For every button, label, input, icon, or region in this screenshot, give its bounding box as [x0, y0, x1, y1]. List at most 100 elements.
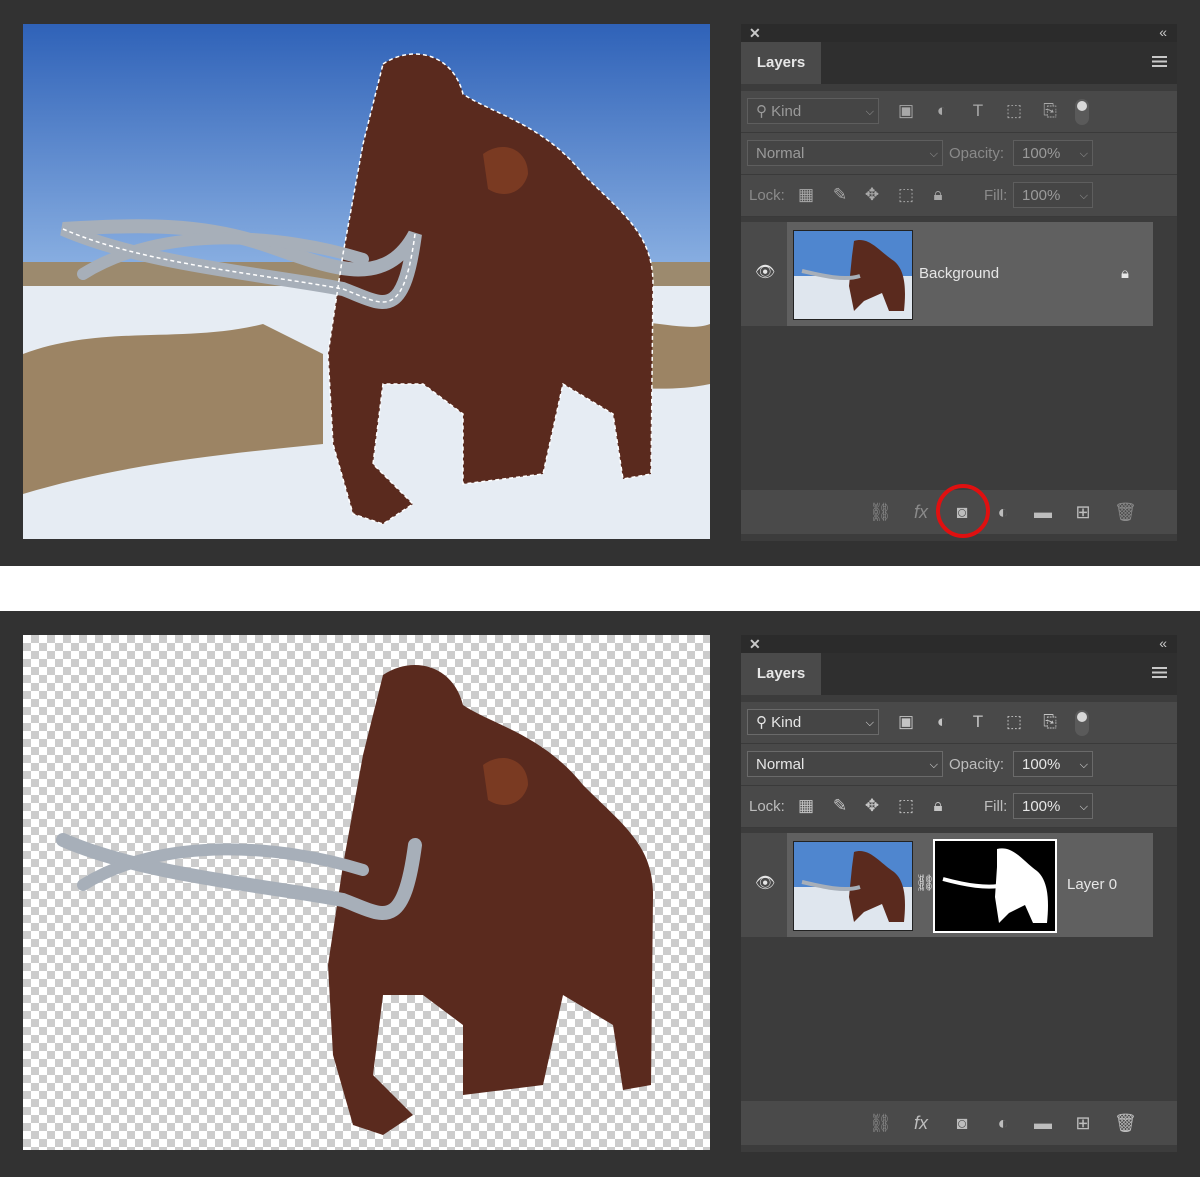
opacity-field[interactable]: 100% ⌵	[1013, 751, 1093, 777]
type-filter-icon[interactable]: T	[969, 713, 987, 731]
blend-row: Normal ⌵ Opacity: 100% ⌵	[741, 133, 1177, 175]
layer-row-background[interactable]: Background 🔒︎	[787, 222, 1153, 326]
opacity-label: Opacity:	[949, 756, 1005, 773]
tab-layers[interactable]: Layers	[741, 653, 821, 695]
visibility-column: 👁︎	[741, 222, 787, 326]
blend-mode-value: Normal	[756, 145, 805, 162]
search-icon: ⚲	[756, 103, 767, 120]
opacity-field[interactable]: 100% ⌵	[1013, 140, 1093, 166]
panel-header: ✕ «	[741, 635, 1177, 653]
blend-mode-select[interactable]: Normal ⌵	[747, 751, 943, 777]
lock-transparent-icon[interactable]: ▦	[797, 797, 815, 815]
lock-position-icon[interactable]: ✥	[863, 186, 881, 204]
layer-row-layer-0[interactable]: ⛓ Layer 0	[787, 833, 1153, 937]
lock-transparent-icon[interactable]: ▦	[797, 186, 815, 204]
lock-paint-icon[interactable]: ✎	[831, 186, 849, 204]
filter-row: ⚲ Kind ⌵ ▣ ◐ T ⬚ ⎘	[741, 91, 1177, 133]
eye-icon[interactable]: 👁︎	[755, 265, 775, 281]
layer-thumbnail	[793, 230, 913, 320]
image-filter-icon[interactable]: ▣	[897, 713, 915, 731]
fill-field[interactable]: 100% ⌵	[1013, 793, 1093, 819]
close-icon[interactable]: ✕	[749, 25, 761, 41]
layer-mask-thumbnail[interactable]	[933, 839, 1057, 933]
lock-label: Lock:	[749, 798, 785, 815]
photo-with-selection	[23, 24, 710, 539]
collapse-icon[interactable]: «	[1159, 24, 1167, 40]
fill-label: Fill:	[984, 798, 1008, 815]
chevron-down-icon: ⌵	[929, 759, 938, 771]
kind-filter-select[interactable]: ⚲ Kind ⌵	[747, 98, 879, 124]
search-icon: ⚲	[756, 714, 767, 731]
chevron-down-icon: ⌵	[865, 106, 874, 118]
tab-layers[interactable]: Layers	[741, 42, 821, 84]
lock-label: Lock:	[749, 187, 785, 204]
panel-footer: ⛓ fx ◙ ◐ ▬ ⊞ 🗑︎	[741, 1101, 1177, 1145]
chevron-down-icon: ⌵	[929, 148, 938, 160]
lock-row: Lock: ▦ ✎ ✥ ⬚ 🔒︎ Fill: 100% ⌵	[741, 175, 1177, 217]
image-filter-icon[interactable]: ▣	[897, 102, 915, 120]
panel-tab-strip: Layers	[741, 42, 1177, 84]
workspace-before: ✕ « Layers ⚲ Kind ⌵ ▣ ◐ T ⬚ ⎘ Normal ⌵ O…	[0, 0, 1200, 566]
new-layer-icon[interactable]: ⊞	[1073, 1113, 1093, 1133]
panel-menu-icon[interactable]	[1152, 56, 1167, 67]
link-layers-icon[interactable]: ⛓	[869, 1113, 892, 1133]
filter-toggle[interactable]	[1075, 99, 1089, 125]
lock-all-icon[interactable]: 🔒︎	[929, 186, 947, 204]
workspace-after: ✕ « Layers ⚲ Kind ⌵ ▣ ◐ T ⬚ ⎘ Normal ⌵ O…	[0, 611, 1200, 1177]
shape-filter-icon[interactable]: ⬚	[1005, 102, 1023, 120]
fill-label: Fill:	[984, 187, 1008, 204]
new-layer-icon[interactable]: ⊞	[1073, 502, 1093, 522]
chevron-down-icon: ⌵	[1079, 190, 1088, 202]
lock-artboard-icon[interactable]: ⬚	[897, 186, 915, 204]
blend-mode-value: Normal	[756, 756, 805, 773]
adjustment-filter-icon[interactable]: ◐	[933, 713, 951, 731]
layer-thumbnail	[793, 841, 913, 931]
layers-panel-after: ✕ « Layers ⚲ Kind ⌵ ▣ ◐ T ⬚ ⎘ Normal ⌵ O…	[741, 635, 1177, 1152]
lock-paint-icon[interactable]: ✎	[831, 797, 849, 815]
opacity-value: 100%	[1022, 756, 1061, 773]
document-canvas-after[interactable]	[23, 635, 710, 1150]
eye-icon[interactable]: 👁︎	[755, 876, 775, 892]
chevron-down-icon: ⌵	[1079, 148, 1088, 160]
fx-icon[interactable]: fx	[911, 502, 931, 522]
panel-header: ✕ «	[741, 24, 1177, 42]
collapse-icon[interactable]: «	[1159, 635, 1167, 651]
shape-filter-icon[interactable]: ⬚	[1005, 713, 1023, 731]
fill-field[interactable]: 100% ⌵	[1013, 182, 1093, 208]
panel-menu-icon[interactable]	[1152, 667, 1167, 678]
trash-icon[interactable]: 🗑︎	[1114, 1113, 1137, 1133]
smart-object-filter-icon[interactable]: ⎘	[1041, 102, 1059, 120]
add-mask-icon[interactable]: ◙	[952, 1113, 972, 1133]
blend-mode-select[interactable]: Normal ⌵	[747, 140, 943, 166]
adjustment-layer-icon[interactable]: ◐	[993, 502, 1013, 522]
opacity-label: Opacity:	[949, 145, 1005, 162]
type-filter-icon[interactable]: T	[969, 102, 987, 120]
mammoth-figure	[56, 665, 653, 1135]
layer-lock-icon[interactable]: 🔒︎	[1121, 265, 1129, 282]
group-folder-icon[interactable]: ▬	[1033, 1113, 1053, 1133]
panel-tab-strip: Layers	[741, 653, 1177, 695]
lock-position-icon[interactable]: ✥	[863, 797, 881, 815]
fx-icon[interactable]: fx	[911, 1113, 931, 1133]
visibility-column: 👁︎	[741, 833, 787, 937]
fill-value: 100%	[1022, 187, 1061, 204]
chevron-down-icon: ⌵	[1079, 801, 1088, 813]
chevron-down-icon: ⌵	[865, 717, 874, 729]
smart-object-filter-icon[interactable]: ⎘	[1041, 713, 1059, 731]
adjustment-layer-icon[interactable]: ◐	[993, 1113, 1013, 1133]
chevron-down-icon: ⌵	[1079, 759, 1088, 771]
filter-row: ⚲ Kind ⌵ ▣ ◐ T ⬚ ⎘	[741, 702, 1177, 744]
lock-all-icon[interactable]: 🔒︎	[929, 797, 947, 815]
document-canvas-before[interactable]	[23, 24, 710, 539]
lock-artboard-icon[interactable]: ⬚	[897, 797, 915, 815]
kind-filter-select[interactable]: ⚲ Kind ⌵	[747, 709, 879, 735]
lock-row: Lock: ▦ ✎ ✥ ⬚ 🔒︎ Fill: 100% ⌵	[741, 786, 1177, 828]
close-icon[interactable]: ✕	[749, 636, 761, 652]
layers-panel-before: ✕ « Layers ⚲ Kind ⌵ ▣ ◐ T ⬚ ⎘ Normal ⌵ O…	[741, 24, 1177, 541]
filter-toggle[interactable]	[1075, 710, 1089, 736]
adjustment-filter-icon[interactable]: ◐	[933, 102, 951, 120]
masked-photo	[56, 665, 653, 1135]
trash-icon[interactable]: 🗑︎	[1114, 502, 1137, 522]
group-folder-icon[interactable]: ▬	[1033, 502, 1053, 522]
link-layers-icon[interactable]: ⛓	[869, 502, 892, 522]
